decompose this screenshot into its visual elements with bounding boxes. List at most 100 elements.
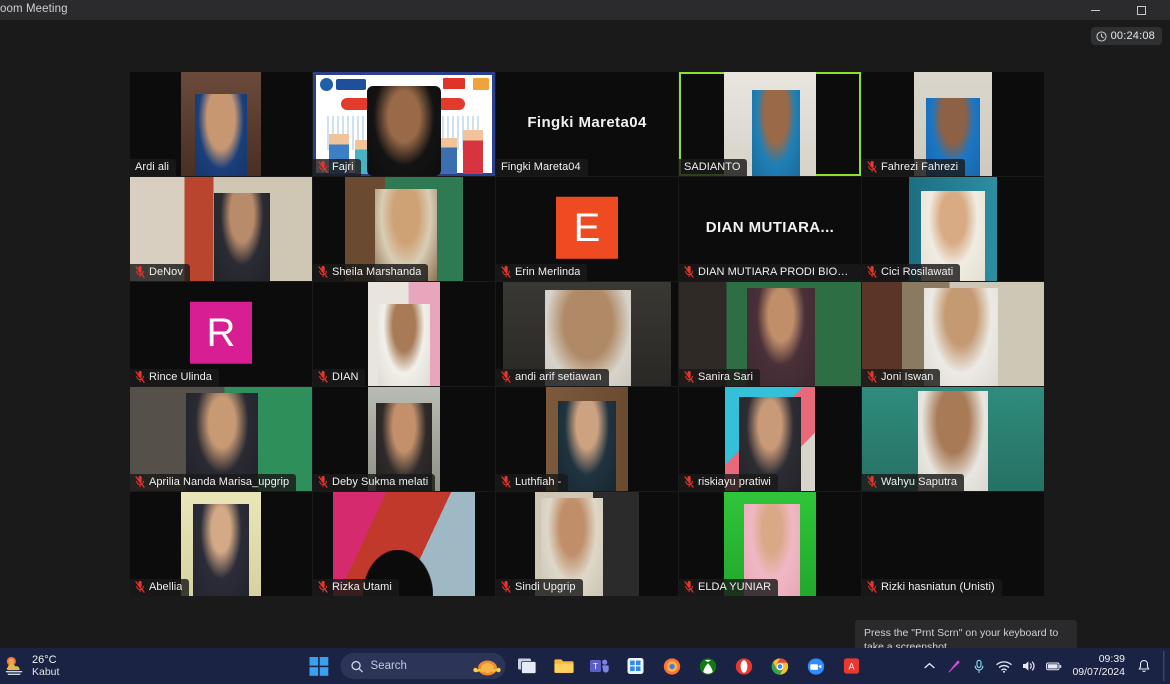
firefox-button[interactable] — [658, 652, 686, 680]
participant-name-badge: Rizka Utami — [313, 579, 399, 596]
participant-name-badge: Sanira Sari — [679, 369, 760, 386]
participant-tile[interactable]: Luthfiah - — [496, 387, 678, 491]
participant-tile[interactable]: riskiayu pratiwi — [679, 387, 861, 491]
participant-video — [368, 282, 440, 386]
participant-tile[interactable]: DIAN — [313, 282, 495, 386]
wifi-button[interactable] — [996, 658, 1013, 674]
mic-off-icon — [684, 371, 694, 383]
taskbar-weather-widget[interactable]: 26°C Kabut — [4, 654, 124, 679]
xbox-button[interactable] — [694, 652, 722, 680]
microsoft-teams-button[interactable]: T — [586, 652, 614, 680]
taskbar-search-box[interactable]: Search — [340, 653, 506, 679]
svg-text:T: T — [593, 662, 598, 671]
zoom-meeting-window: 00:24:08 Ardi ali Fajri Fingki Mareta04 Fin… — [0, 20, 1170, 663]
mic-off-icon — [867, 371, 877, 383]
notification-bell-icon — [1138, 659, 1150, 672]
participant-name-badge: Luthfiah - — [496, 474, 569, 491]
participant-tile[interactable]: SADIANTO — [679, 72, 861, 176]
file-explorer-button[interactable] — [550, 652, 578, 680]
participant-tile[interactable]: Rizki hasniatun (Unisti) — [862, 492, 1044, 596]
participant-tile[interactable]: Sheila Marshanda — [313, 177, 495, 281]
participant-name: Sindi Upgrip — [515, 581, 576, 593]
chrome-button[interactable] — [766, 652, 794, 680]
participant-name-badge: Rince Ulinda — [130, 369, 219, 386]
volume-button[interactable] — [1021, 658, 1037, 674]
mic-off-icon — [684, 266, 694, 278]
notifications-button[interactable] — [1136, 658, 1152, 674]
participant-name-badge: Aprilia Nanda Marisa_upgrip — [130, 474, 297, 491]
participant-name: Sheila Marshanda — [332, 266, 422, 278]
microphone-button[interactable] — [971, 658, 987, 674]
participant-name: ELDA YUNIAR — [698, 581, 772, 593]
opera-icon — [735, 657, 752, 675]
participant-tile[interactable]: Fingki Mareta04 Fingki Mareta04 — [496, 72, 678, 176]
participant-tile[interactable]: Ardi ali — [130, 72, 312, 176]
taskbar-center-group: Search T A — [305, 652, 866, 680]
show-desktop-bar-icon — [1162, 651, 1164, 681]
participant-name: Rince Ulinda — [149, 371, 212, 383]
zoom-icon — [807, 657, 824, 675]
participant-name-badge: DIAN — [313, 369, 366, 386]
window-title: oom Meeting — [0, 3, 68, 15]
participant-name: Fajri — [332, 161, 354, 173]
participant-name: Erin Merlinda — [515, 266, 581, 278]
opera-button[interactable] — [730, 652, 758, 680]
participant-tile[interactable]: R Rince Ulinda — [130, 282, 312, 386]
weather-text: 26°C Kabut — [32, 654, 59, 679]
microsoft-store-button[interactable] — [622, 652, 650, 680]
file-explorer-icon — [553, 659, 574, 673]
participant-tile[interactable]: Sindi Upgrip — [496, 492, 678, 596]
participant-tile[interactable]: Abellia — [130, 492, 312, 596]
show-desktop-button[interactable] — [1161, 651, 1166, 681]
participant-name-badge: Deby Sukma melati — [313, 474, 436, 491]
weather-condition: Kabut — [32, 666, 60, 679]
participant-name: Ardi ali — [135, 161, 170, 173]
participant-tile[interactable]: Aprilia Nanda Marisa_upgrip — [130, 387, 312, 491]
microphone-icon — [975, 659, 984, 673]
taskbar-clock[interactable]: 09:39 09/07/2024 — [1072, 653, 1125, 678]
participant-name-badge: ELDA YUNIAR — [679, 579, 779, 596]
participant-tile[interactable]: Fahrezi Fahrezi — [862, 72, 1044, 176]
battery-icon — [1046, 662, 1062, 670]
chrome-icon — [771, 657, 788, 675]
mic-off-icon — [318, 476, 328, 488]
mic-off-icon — [867, 476, 877, 488]
show-hidden-icons-button[interactable] — [921, 658, 937, 674]
mic-off-icon — [867, 581, 877, 593]
participant-tile[interactable]: Wahyu Saputra — [862, 387, 1044, 491]
zoom-button[interactable] — [802, 652, 830, 680]
mic-off-icon — [867, 161, 877, 173]
participant-tile[interactable]: Sanira Sari — [679, 282, 861, 386]
firefox-icon — [663, 657, 680, 675]
participant-display-name: DIAN MUTIARA... — [705, 219, 835, 237]
participant-tile[interactable]: Rizka Utami — [313, 492, 495, 596]
participant-name-badge: Rizki hasniatun (Unisti) — [862, 579, 1002, 596]
clock-date: 09/07/2024 — [1072, 666, 1125, 678]
participant-tile[interactable]: E Erin Merlinda — [496, 177, 678, 281]
participant-name: Deby Sukma melati — [332, 476, 429, 488]
battery-button[interactable] — [1046, 658, 1062, 674]
participant-tile[interactable]: DIAN MUTIARA... DIAN MUTIARA PRODI BIOLOG… — [679, 177, 861, 281]
participant-tile[interactable]: DeNov — [130, 177, 312, 281]
participant-name-badge: riskiayu pratiwi — [679, 474, 778, 491]
participant-tile[interactable]: Cici Rosilawati — [862, 177, 1044, 281]
maximize-button[interactable] — [1118, 0, 1164, 20]
mic-off-icon — [318, 161, 328, 173]
participant-tile[interactable]: andi arif setiawan — [496, 282, 678, 386]
start-button[interactable] — [305, 652, 333, 680]
participant-name: Fingki Mareta04 — [501, 161, 581, 173]
participant-name: DeNov — [149, 266, 183, 278]
participant-tile[interactable]: Deby Sukma melati — [313, 387, 495, 491]
snipping-tool-button[interactable] — [946, 658, 962, 674]
participant-tile[interactable]: ELDA YUNIAR — [679, 492, 861, 596]
mic-off-icon — [501, 371, 511, 383]
task-view-button[interactable] — [514, 652, 542, 680]
participant-name: Wahyu Saputra — [881, 476, 958, 488]
participant-tile[interactable]: Fajri — [313, 72, 495, 176]
window-controls — [1072, 0, 1164, 20]
participant-tile[interactable]: Joni Iswan — [862, 282, 1044, 386]
participant-name: Luthfiah - — [515, 476, 562, 488]
mic-off-icon — [684, 581, 694, 593]
pdf-reader-button[interactable]: A — [838, 652, 866, 680]
minimize-button[interactable] — [1072, 0, 1118, 20]
